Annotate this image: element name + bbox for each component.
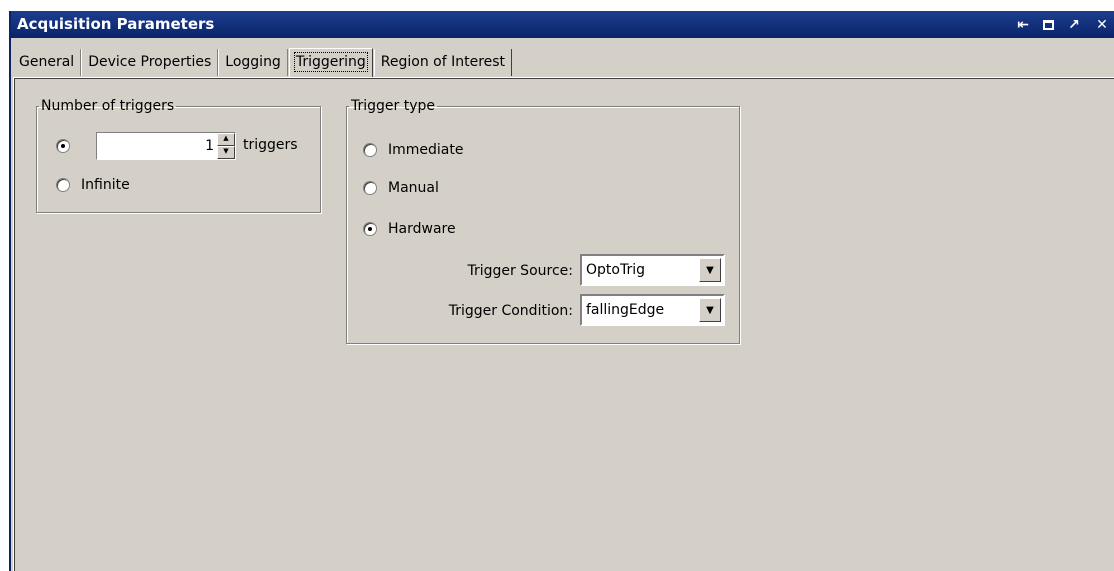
trigger-count-unit: triggers	[243, 137, 298, 153]
acquisition-parameters-window: Acquisition Parameters ⇤ ↗ ✕ General Dev…	[9, 11, 1114, 571]
trigger-source-select[interactable]: OptoTrig ▼	[580, 254, 725, 286]
trigger-condition-select[interactable]: fallingEdge ▼	[580, 294, 725, 326]
window-title: Acquisition Parameters	[17, 15, 215, 33]
manual-radio[interactable]	[363, 181, 377, 195]
trigger-count-stepper[interactable]: ▲ ▼	[96, 132, 236, 160]
close-icon[interactable]: ✕	[1094, 18, 1110, 32]
dropdown-arrow-icon[interactable]: ▼	[699, 298, 721, 322]
trigger-condition-value: fallingEdge	[586, 302, 665, 318]
infinite-radio[interactable]	[56, 178, 70, 192]
title-bar-controls: ⇤ ↗ ✕	[1015, 11, 1110, 38]
tab-general[interactable]: General	[13, 49, 82, 76]
trigger-type-legend: Trigger type	[351, 98, 436, 114]
spin-up-icon[interactable]: ▲	[217, 133, 235, 146]
dropdown-arrow-icon[interactable]: ▼	[699, 258, 721, 282]
trigger-source-label: Trigger Source:	[467, 263, 573, 279]
hardware-radio[interactable]	[363, 222, 377, 236]
undock-icon[interactable]: ↗	[1066, 18, 1082, 32]
trigger-count-input[interactable]	[97, 133, 217, 159]
tab-region-of-interest[interactable]: Region of Interest	[373, 49, 513, 76]
immediate-option[interactable]: Immediate	[363, 142, 463, 158]
spin-down-icon[interactable]: ▼	[217, 146, 235, 159]
immediate-radio[interactable]	[363, 143, 377, 157]
pin-icon[interactable]: ⇤	[1015, 18, 1031, 32]
trigger-condition-label: Trigger Condition:	[448, 303, 573, 319]
tab-strip: General Device Properties Logging Trigge…	[13, 48, 513, 78]
triggering-panel: Number of triggers ▲ ▼ triggers Infinite…	[13, 77, 1114, 571]
tab-triggering[interactable]: Triggering	[288, 48, 373, 78]
tab-device-properties[interactable]: Device Properties	[81, 49, 219, 76]
trigger-source-value: OptoTrig	[586, 262, 645, 278]
tab-logging[interactable]: Logging	[218, 49, 288, 76]
manual-option[interactable]: Manual	[363, 180, 439, 196]
infinite-option[interactable]: Infinite	[56, 177, 130, 193]
infinite-label: Infinite	[81, 177, 130, 193]
trigger-count-radio[interactable]	[56, 139, 70, 153]
hardware-option[interactable]: Hardware	[363, 221, 456, 237]
manual-label: Manual	[388, 180, 439, 196]
title-bar[interactable]: Acquisition Parameters ⇤ ↗ ✕	[11, 11, 1114, 38]
number-of-triggers-legend: Number of triggers	[41, 98, 175, 114]
immediate-label: Immediate	[388, 142, 464, 158]
maximize-icon[interactable]	[1043, 19, 1054, 30]
hardware-label: Hardware	[388, 221, 456, 237]
trigger-count-radio-row[interactable]	[56, 139, 81, 153]
